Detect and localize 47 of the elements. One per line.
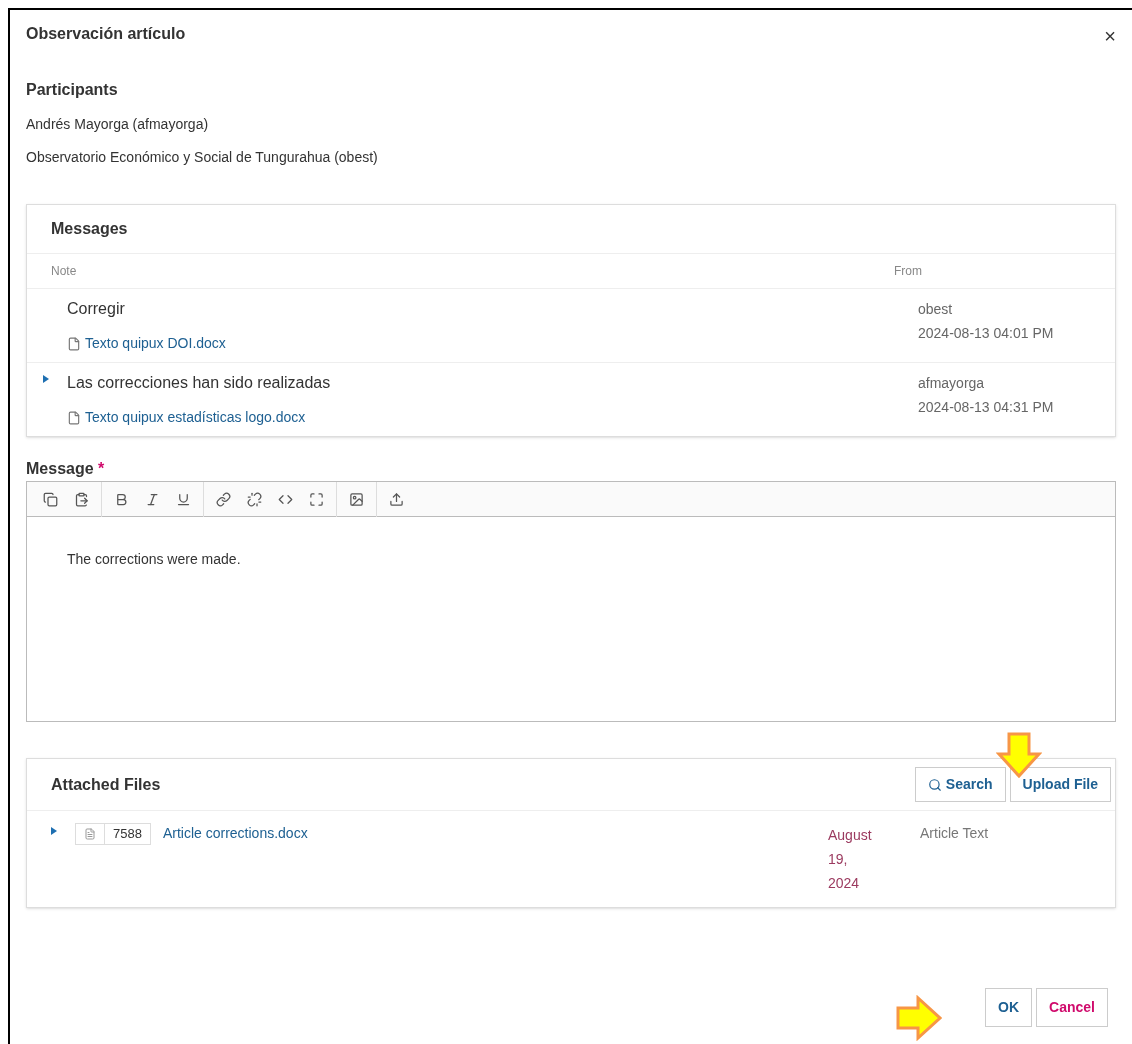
message-date: 2024-08-13 04:31 PM bbox=[918, 398, 1055, 417]
message-date: 2024-08-13 04:01 PM bbox=[918, 324, 1055, 343]
upload-file-button[interactable]: Upload File bbox=[1009, 767, 1111, 802]
down-arrow-icon bbox=[996, 732, 1042, 778]
editor-text: The corrections were made. bbox=[66, 550, 242, 569]
fullscreen-icon bbox=[309, 491, 324, 507]
file-link[interactable]: Article corrections.docx bbox=[162, 823, 308, 844]
participant-name: Andrés Mayorga (afmayorga) bbox=[26, 115, 210, 134]
ok-button[interactable]: OK bbox=[985, 988, 1033, 1027]
field-label: Message bbox=[26, 460, 94, 477]
sender-name: obest bbox=[918, 300, 954, 319]
expand-triangle-icon[interactable] bbox=[43, 375, 49, 383]
dialog-title: Observación artículo bbox=[26, 24, 186, 44]
image-icon bbox=[349, 491, 364, 507]
panel-heading: Messages bbox=[27, 205, 1115, 254]
underline-icon bbox=[176, 491, 191, 507]
close-button[interactable]: × bbox=[1104, 26, 1116, 46]
expand-triangle-icon[interactable] bbox=[51, 827, 57, 835]
file-id-tag: 7588 bbox=[75, 823, 151, 845]
copy-icon bbox=[43, 491, 58, 507]
file-type: Article Text bbox=[920, 824, 990, 843]
note-text: Corregir bbox=[67, 299, 126, 319]
column-header: Note bbox=[51, 263, 78, 280]
participant-name: Observatorio Económico y Social de Tungurahua (obest) bbox=[26, 148, 379, 167]
required-mark: * bbox=[98, 460, 105, 477]
bold-icon bbox=[114, 491, 129, 507]
file-icon bbox=[67, 410, 81, 425]
file-date: August 19, 2024 bbox=[828, 826, 873, 893]
link-icon bbox=[216, 491, 231, 507]
italic-icon bbox=[145, 491, 160, 507]
search-button[interactable]: Search bbox=[914, 767, 1006, 802]
column-header: From bbox=[894, 263, 923, 280]
paste-icon bbox=[74, 491, 89, 507]
search-icon bbox=[927, 777, 942, 792]
cancel-button[interactable]: Cancel bbox=[1036, 988, 1108, 1027]
file-link[interactable]: Texto quipux estadísticas logo.docx bbox=[67, 407, 918, 428]
file-link[interactable]: Texto quipux DOI.docx bbox=[67, 333, 918, 354]
file-icon bbox=[67, 336, 81, 351]
unlink-icon bbox=[247, 491, 262, 507]
right-arrow-icon bbox=[896, 995, 942, 1041]
note-text: Las correcciones han sido realizadas bbox=[67, 373, 332, 393]
section-heading: Participants bbox=[26, 80, 119, 100]
panel-heading: Attached Files bbox=[51, 774, 161, 795]
message-editor[interactable]: The corrections were made. bbox=[26, 481, 1116, 722]
document-icon bbox=[84, 828, 96, 840]
upload-icon bbox=[389, 491, 404, 507]
sender-name: afmayorga bbox=[918, 374, 986, 393]
